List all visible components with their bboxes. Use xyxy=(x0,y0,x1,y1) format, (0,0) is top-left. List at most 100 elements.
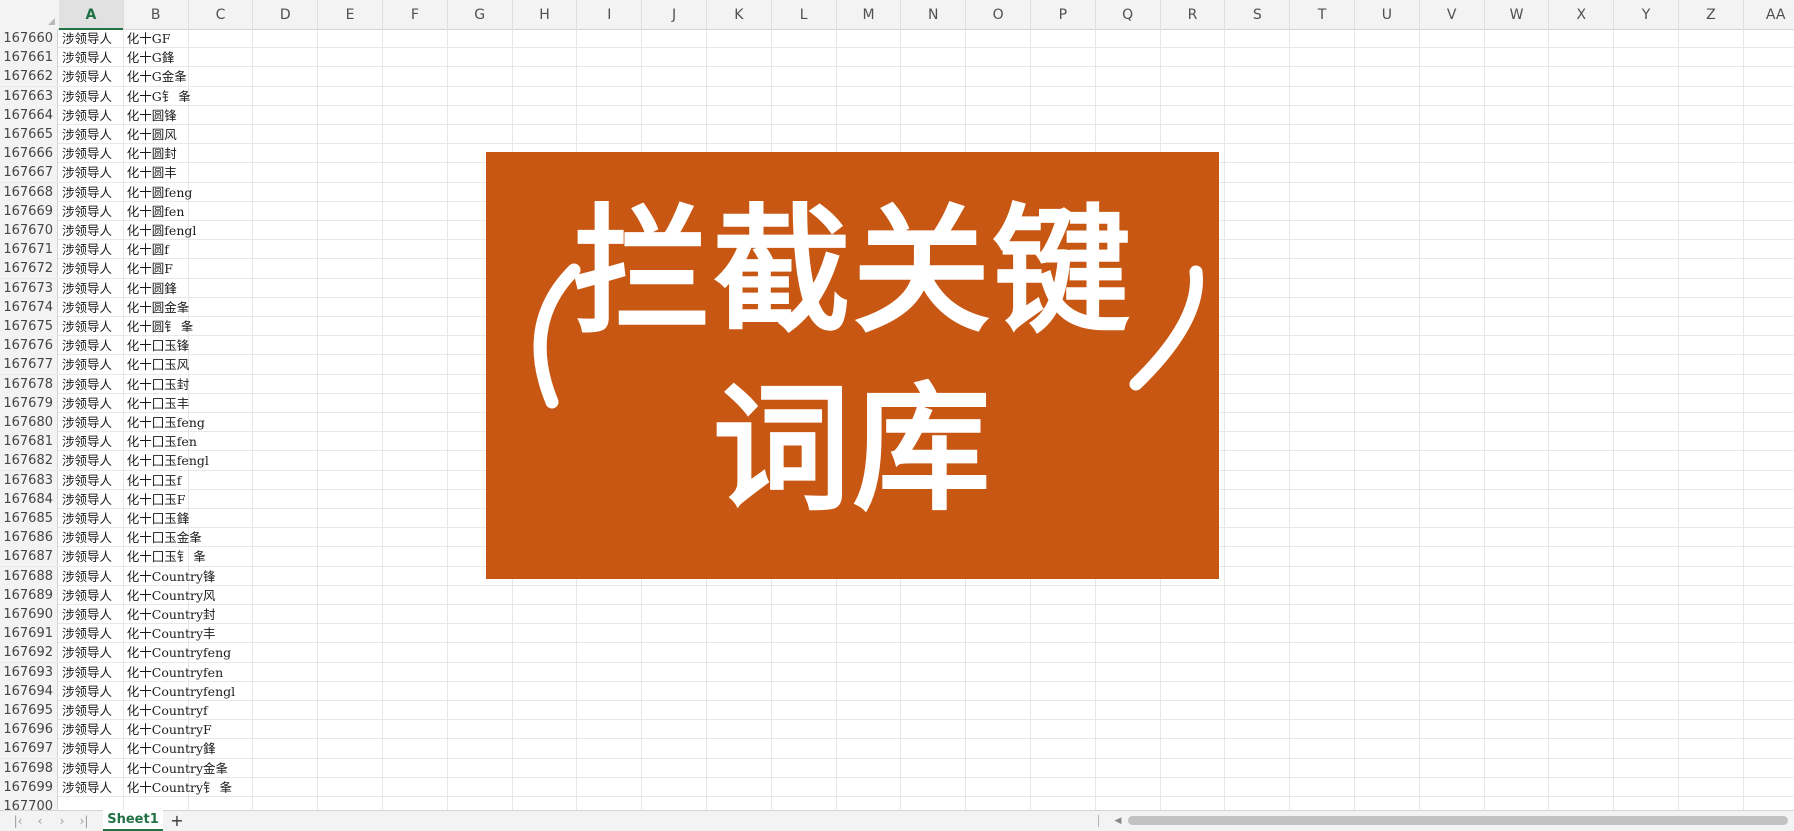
row-header[interactable]: 167663 xyxy=(0,86,58,106)
cell-a[interactable]: 涉领导人 xyxy=(62,547,112,566)
row-header[interactable]: 167661 xyxy=(0,48,58,68)
spreadsheet-grid[interactable]: A B C D E F G H I J K L M N O P Q R S T U V W X Y Z AA 167660 涉领导人化… xyxy=(0,0,1794,810)
row-header[interactable]: 167700 xyxy=(0,797,58,810)
cell-b[interactable]: 化十Country锋 xyxy=(127,567,216,586)
cell-b[interactable]: 化十圆金夆 xyxy=(127,298,190,317)
cell-a[interactable]: 涉领导人 xyxy=(62,163,112,182)
cell-a[interactable]: 涉领导人 xyxy=(62,413,112,432)
prev-sheet-icon[interactable]: ‹ xyxy=(30,812,50,830)
row-header[interactable]: 167682 xyxy=(0,451,58,471)
cell-a[interactable]: 涉领导人 xyxy=(62,221,112,240)
horizontal-scrollbar[interactable] xyxy=(1128,816,1788,825)
row-header[interactable]: 167670 xyxy=(0,221,58,240)
cell-b[interactable]: 化十GF xyxy=(127,29,171,48)
column-header-d[interactable]: D xyxy=(253,0,319,29)
column-header-z[interactable]: Z xyxy=(1679,0,1744,29)
select-all-corner[interactable] xyxy=(0,0,60,29)
cell-b[interactable]: 化十G鋒 xyxy=(127,48,175,67)
row-header[interactable]: 167674 xyxy=(0,297,58,317)
cell-a[interactable]: 涉领导人 xyxy=(62,202,112,221)
cell-a[interactable]: 涉领导人 xyxy=(62,48,112,67)
scroll-divider[interactable] xyxy=(1098,815,1099,827)
row-header[interactable]: 167685 xyxy=(0,509,58,528)
row-header[interactable]: 167675 xyxy=(0,317,58,336)
column-header-l[interactable]: L xyxy=(772,0,837,29)
row-header[interactable]: 167679 xyxy=(0,393,58,413)
cell-b[interactable]: 化十囗玉丰 xyxy=(127,394,190,413)
cell-a[interactable]: 涉领导人 xyxy=(62,87,112,106)
cell-a[interactable]: 涉领导人 xyxy=(62,240,112,259)
cell-a[interactable]: 涉领导人 xyxy=(62,394,112,413)
column-header-n[interactable]: N xyxy=(901,0,967,29)
column-header-w[interactable]: W xyxy=(1485,0,1550,29)
cell-b[interactable]: 化十CountryF xyxy=(127,720,212,739)
cell-b[interactable]: 化十圆fen xyxy=(127,202,185,221)
cell-b[interactable]: 化十囗玉feng xyxy=(127,413,205,432)
row-header[interactable]: 167699 xyxy=(0,777,58,797)
row-header[interactable]: 167668 xyxy=(0,182,58,202)
cell-b[interactable]: 化十囗玉fen xyxy=(127,432,197,451)
column-header-r[interactable]: R xyxy=(1161,0,1226,29)
row-header[interactable]: 167690 xyxy=(0,605,58,624)
column-header-s[interactable]: S xyxy=(1225,0,1291,29)
cell-a[interactable]: 涉领导人 xyxy=(62,259,112,278)
cell-a[interactable]: 涉领导人 xyxy=(62,759,112,778)
cell-a[interactable]: 涉领导人 xyxy=(62,451,112,470)
cell-a[interactable]: 涉领导人 xyxy=(62,144,112,163)
add-sheet-button[interactable]: + xyxy=(168,811,186,831)
cell-b[interactable]: 化十圆锋 xyxy=(127,106,177,125)
column-header-k[interactable]: K xyxy=(707,0,772,29)
cell-b[interactable]: 化十G金夆 xyxy=(127,67,187,86)
cell-b[interactable]: 化十囗玉金夆 xyxy=(127,528,202,547)
column-header-v[interactable]: V xyxy=(1420,0,1485,29)
row-header[interactable]: 167683 xyxy=(0,470,58,490)
row-header[interactable]: 167664 xyxy=(0,105,58,125)
row-header[interactable]: 167686 xyxy=(0,528,58,548)
cell-b[interactable]: 化十Country鋒 xyxy=(127,739,216,758)
cell-a[interactable]: 涉领导人 xyxy=(62,375,112,394)
row-header[interactable]: 167676 xyxy=(0,336,58,356)
scroll-left-icon[interactable]: ◀ xyxy=(1112,813,1124,829)
next-sheet-icon[interactable]: › xyxy=(52,812,72,830)
column-header-c[interactable]: C xyxy=(189,0,254,29)
column-header-u[interactable]: U xyxy=(1355,0,1420,29)
cell-b[interactable]: 化十Countryfeng xyxy=(127,643,231,662)
cell-b[interactable]: 化十圆feng xyxy=(127,183,193,202)
row-header[interactable]: 167678 xyxy=(0,374,58,394)
sheet-tab-sheet1[interactable]: Sheet1 xyxy=(103,810,163,831)
cell-b[interactable]: 化十G钅 夆 xyxy=(127,87,191,106)
row-header[interactable]: 167667 xyxy=(0,163,58,183)
cell-a[interactable]: 涉领导人 xyxy=(62,682,112,701)
column-header-g[interactable]: G xyxy=(448,0,513,29)
cell-a[interactable]: 涉领导人 xyxy=(62,279,112,298)
row-header[interactable]: 167687 xyxy=(0,547,58,567)
cell-a[interactable]: 涉领导人 xyxy=(62,355,112,374)
cell-b[interactable]: 化十囗玉fengl xyxy=(127,451,209,470)
cell-b[interactable]: 化十Countryfengl xyxy=(127,682,235,701)
cell-a[interactable]: 涉领导人 xyxy=(62,432,112,451)
cell-b[interactable]: 化十Country封 xyxy=(127,605,216,624)
cell-b[interactable]: 化十Countryfen xyxy=(127,663,223,682)
cell-a[interactable]: 涉领导人 xyxy=(62,67,112,86)
cell-a[interactable]: 涉领导人 xyxy=(62,183,112,202)
row-header[interactable]: 167697 xyxy=(0,739,58,759)
cell-a[interactable]: 涉领导人 xyxy=(62,317,112,336)
cell-b[interactable]: 化十Country金夆 xyxy=(127,759,228,778)
cell-b[interactable]: 化十圆封 xyxy=(127,144,177,163)
column-header-i[interactable]: I xyxy=(577,0,643,29)
column-header-h[interactable]: H xyxy=(513,0,578,29)
row-header[interactable]: 167691 xyxy=(0,624,58,644)
cell-a[interactable]: 涉领导人 xyxy=(62,336,112,355)
cell-b[interactable]: 化十圆f xyxy=(127,240,169,259)
cell-b[interactable]: 化十囗玉锋 xyxy=(127,336,190,355)
column-header-p[interactable]: P xyxy=(1031,0,1096,29)
cell-b[interactable]: 化十圆丰 xyxy=(127,163,177,182)
cell-a[interactable]: 涉领导人 xyxy=(62,298,112,317)
row-header[interactable]: 167693 xyxy=(0,662,58,682)
cell-a[interactable]: 涉领导人 xyxy=(62,29,112,48)
column-header-a[interactable]: A xyxy=(59,0,124,30)
column-header-q[interactable]: Q xyxy=(1096,0,1161,29)
cell-b[interactable]: 化十圆F xyxy=(127,259,173,278)
cell-a[interactable]: 涉领导人 xyxy=(62,778,112,797)
cell-a[interactable]: 涉领导人 xyxy=(62,567,112,586)
